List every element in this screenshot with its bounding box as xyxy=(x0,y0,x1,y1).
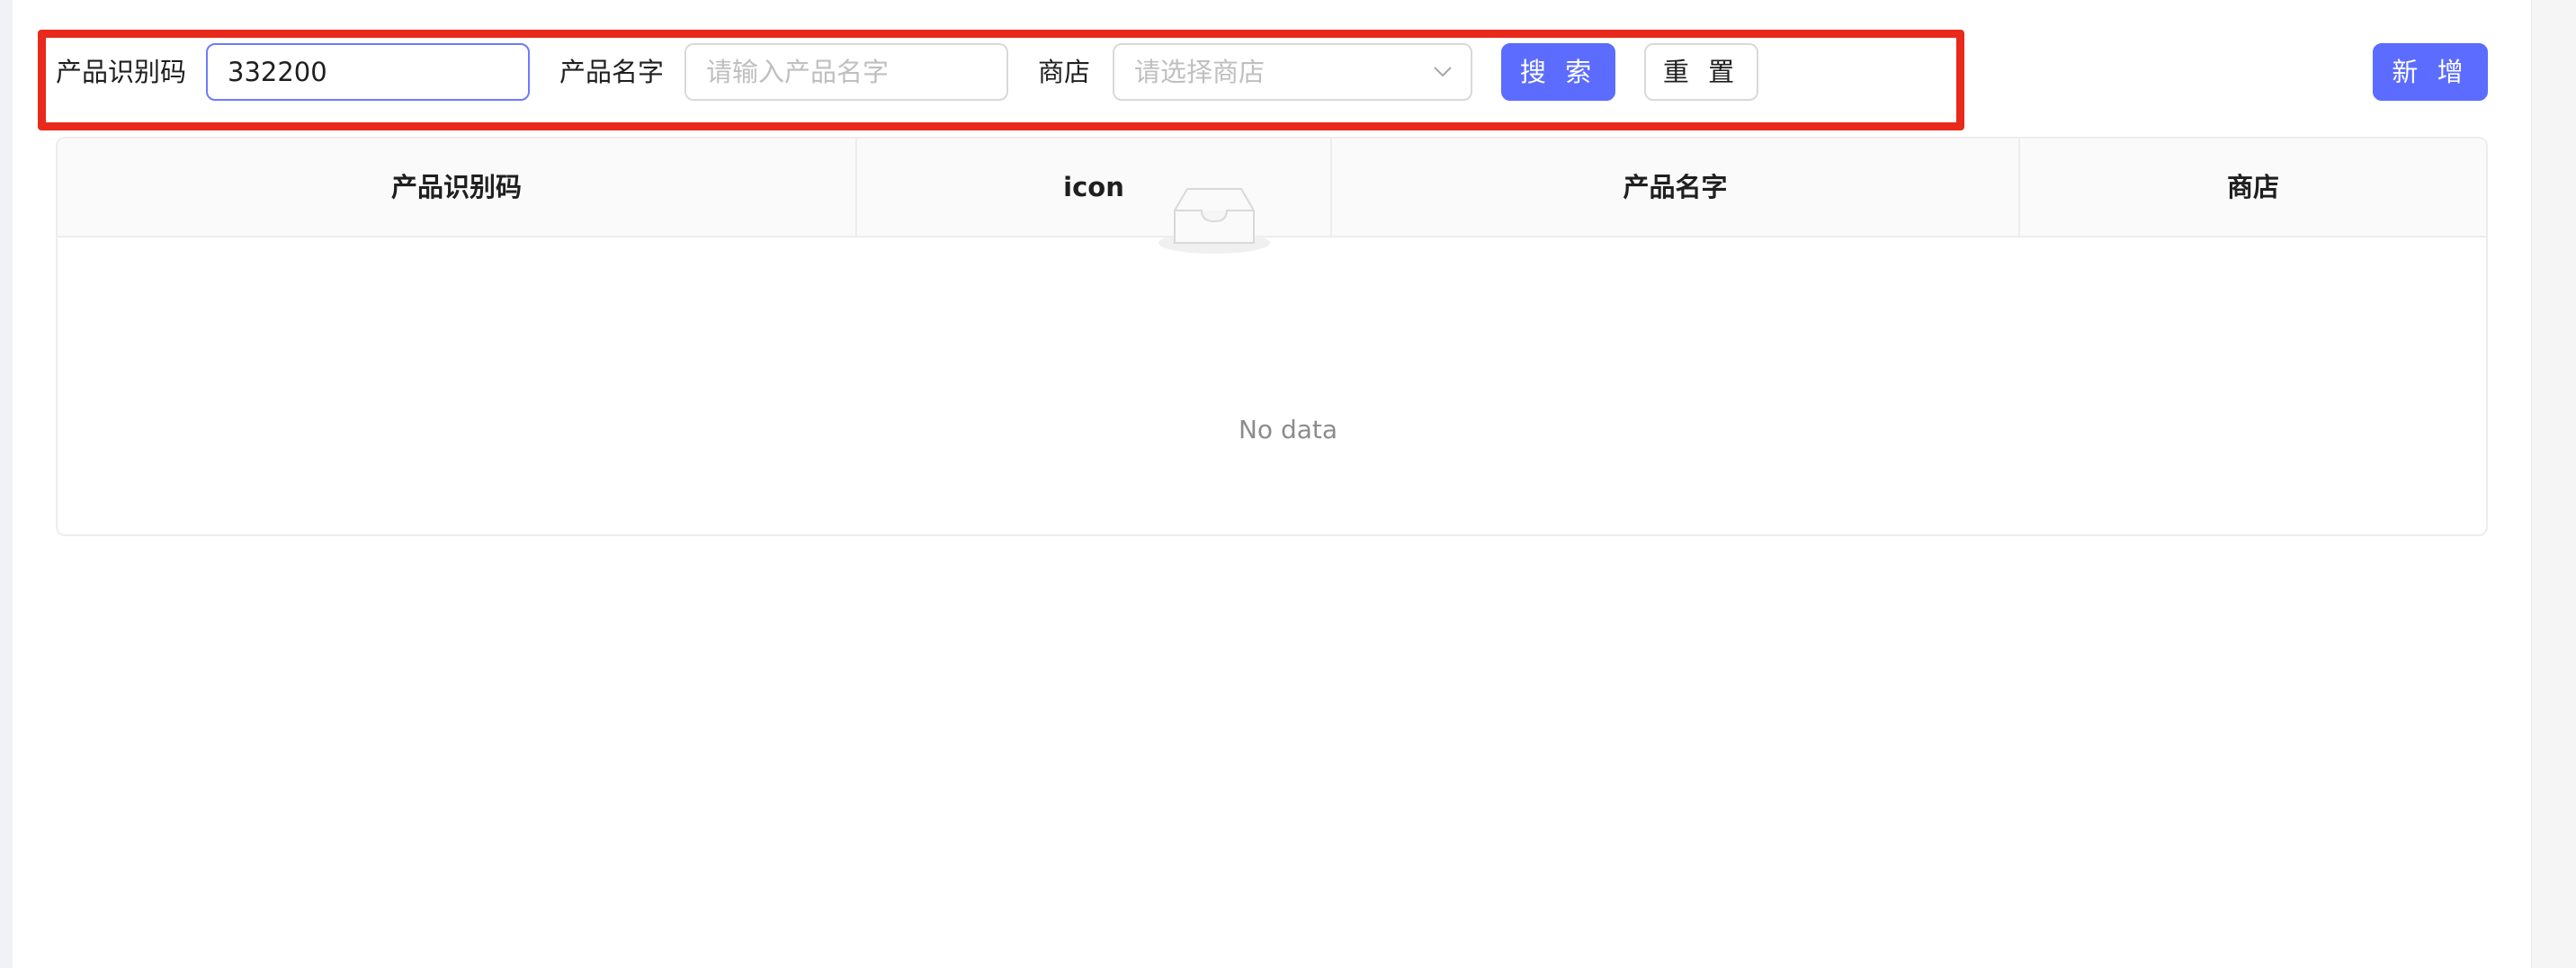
column-header-product-name: 产品名字 xyxy=(1330,139,2018,236)
add-button[interactable]: 新 增 xyxy=(2373,43,2488,101)
column-header-shop: 商店 xyxy=(2018,139,2486,236)
product-table: 产品识别码 icon 产品名字 商店 xyxy=(56,137,2488,536)
empty-state-text: No data xyxy=(1238,415,1338,444)
column-header-product-code: 产品识别码 xyxy=(390,172,522,202)
scrollbar-track[interactable] xyxy=(2531,0,2576,968)
highlight-box xyxy=(38,30,1964,130)
table-header: 产品识别码 icon 产品名字 商店 xyxy=(58,139,2486,238)
empty-inbox-icon xyxy=(1158,188,1270,254)
